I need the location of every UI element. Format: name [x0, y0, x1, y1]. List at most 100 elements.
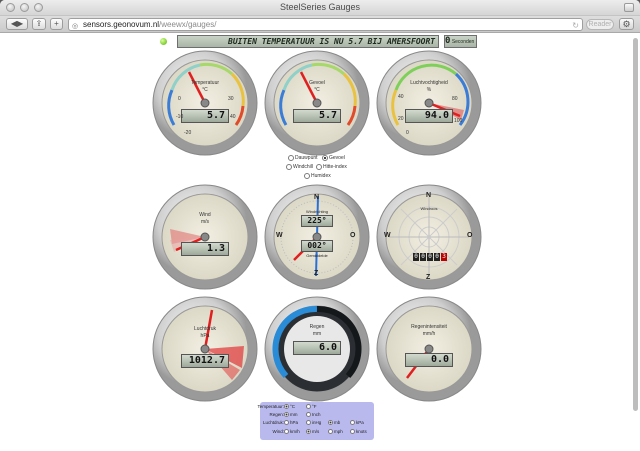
- rose-title: Windroos: [420, 206, 438, 211]
- rose-north: N: [426, 192, 432, 199]
- radio-circle[interactable]: [306, 412, 311, 417]
- tick-label: 40: [230, 114, 236, 120]
- compass-east: O: [350, 232, 356, 239]
- wind-title: Wind: [199, 212, 211, 218]
- unit-option[interactable]: kPa: [350, 420, 364, 425]
- radio-circle[interactable]: [306, 404, 311, 409]
- radio-circle[interactable]: [306, 429, 311, 434]
- rain-title: Regen: [309, 324, 325, 330]
- temperature-title: Temperatuur: [190, 80, 220, 86]
- units-label: Wind:: [272, 429, 284, 434]
- reader-button[interactable]: Reader: [586, 19, 614, 30]
- rain-rate-unit: mm/h: [422, 331, 436, 337]
- radio-circle[interactable]: [284, 420, 289, 425]
- unit-option[interactable]: hPa: [284, 420, 298, 425]
- unit-option-label: kPa: [356, 420, 364, 425]
- url-domain: sensors.geonovum.nl: [83, 20, 160, 29]
- unit-option-label: inHg: [312, 420, 322, 425]
- tick-label: -10: [176, 114, 184, 120]
- unit-option[interactable]: °C: [284, 404, 295, 409]
- share-icon: ⇪: [35, 19, 43, 28]
- new-tab-button[interactable]: +: [50, 18, 63, 30]
- radio-hitteindex[interactable]: Hitte-index: [316, 164, 347, 170]
- humidity-dial: [376, 50, 482, 156]
- radio-dauwpunt[interactable]: Dauwpunt: [288, 155, 318, 161]
- status-marquee: BUITEN TEMPERATUUR IS NU 5.7 BIJ AMERSFO…: [177, 35, 439, 48]
- unit-option-label: °F: [312, 404, 317, 409]
- unit-option-label: mph: [334, 429, 343, 434]
- wind-lcd: 1.3: [181, 242, 229, 256]
- share-button[interactable]: ⇪: [32, 18, 46, 30]
- timer-label: Seconden: [451, 39, 475, 45]
- timer-display: 0 Seconden: [444, 35, 477, 48]
- units-label: Regen:: [269, 412, 284, 417]
- radio-circle[interactable]: [350, 429, 355, 434]
- forward-icon[interactable]: ▶: [17, 19, 23, 28]
- rose-south: Z: [426, 274, 431, 281]
- radio-circle[interactable]: [284, 404, 289, 409]
- temperature-lcd: 5.7: [181, 109, 229, 123]
- compass-south: Z: [314, 270, 319, 277]
- radio-circle[interactable]: [304, 173, 310, 179]
- wind-unit: m/s: [200, 219, 210, 225]
- tick-label: 30: [228, 96, 234, 102]
- wind-speed-dial: [152, 184, 258, 290]
- unit-option-label: mm: [290, 412, 298, 417]
- humidity-unit: %: [426, 87, 432, 93]
- average-label: Gemiddelde: [306, 253, 328, 258]
- units-row-rain: Regen: mm Inch: [262, 412, 372, 419]
- unit-option[interactable]: inHg: [306, 420, 321, 425]
- back-forward-buttons[interactable]: ◀▶: [6, 18, 28, 30]
- radio-circle[interactable]: [286, 164, 292, 170]
- radio-circle[interactable]: [328, 429, 333, 434]
- odo-digit: 0: [434, 253, 440, 261]
- fullscreen-button[interactable]: [624, 3, 634, 12]
- page-content: BUITEN TEMPERATUUR IS NU 5.7 BIJ AMERSFO…: [0, 34, 640, 451]
- unit-option[interactable]: Inch: [306, 412, 321, 417]
- radio-label: Gevoel: [329, 155, 345, 161]
- unit-option[interactable]: mb: [328, 420, 340, 425]
- reload-icon[interactable]: ↻: [572, 20, 579, 31]
- radio-circle[interactable]: [288, 155, 294, 161]
- humidity-lcd: 94.0: [405, 109, 453, 123]
- unit-option[interactable]: mm: [284, 412, 298, 417]
- units-label: Luchtdruk:: [262, 420, 284, 425]
- tick-label: 20: [398, 116, 404, 122]
- temperature-dial: [152, 50, 258, 156]
- rain-rate-title: Regenintensiteit: [411, 324, 447, 330]
- gauge-temperature: Temperatuur °C 5.7 -20 -10 0 30 40: [152, 50, 258, 156]
- browser-window: SteelSeries Gauges ◀▶ ⇪ + ◎ sensors.geon…: [0, 0, 640, 451]
- radio-windchill[interactable]: Windchill: [286, 164, 313, 170]
- radio-circle[interactable]: [284, 412, 289, 417]
- radio-humidex[interactable]: Humidex: [304, 173, 331, 179]
- barometer-unit: hPa: [200, 333, 210, 339]
- scrollbar[interactable]: [633, 38, 638, 411]
- radio-circle[interactable]: [306, 420, 311, 425]
- unit-option[interactable]: °F: [306, 404, 317, 409]
- radio-circle[interactable]: [322, 155, 328, 161]
- radio-circle[interactable]: [316, 164, 322, 170]
- radio-label: Dauwpunt: [295, 155, 318, 161]
- unit-option[interactable]: km/h: [284, 429, 300, 434]
- radio-circle[interactable]: [284, 429, 289, 434]
- rain-lcd: 6.0: [293, 341, 341, 355]
- average-direction-lcd: 002°: [301, 240, 333, 252]
- radio-circle[interactable]: [328, 420, 333, 425]
- tick-label: 80: [452, 96, 458, 102]
- settings-button[interactable]: ⚙: [619, 18, 634, 30]
- radio-circle[interactable]: [350, 420, 355, 425]
- units-row-temperature: Temperatuur: °C °F: [257, 404, 372, 411]
- rain-rate-dial: [376, 296, 482, 402]
- unit-option[interactable]: m/s: [306, 429, 319, 434]
- rose-east: O: [467, 232, 473, 239]
- gauge-wind-speed: Wind m/s 1.3: [152, 184, 258, 290]
- unit-option-label: km/h: [290, 429, 300, 434]
- timer-value: 0: [445, 36, 451, 46]
- status-led: [160, 38, 167, 45]
- unit-option[interactable]: mph: [328, 429, 343, 434]
- address-bar[interactable]: ◎ sensors.geonovum.nl/weewx/gauges/ ↻: [68, 18, 583, 31]
- radio-gevoel[interactable]: Gevoel: [322, 155, 345, 161]
- unit-option-label: Inch: [312, 412, 321, 417]
- unit-option[interactable]: knots: [350, 429, 367, 434]
- tick-label: 0: [178, 96, 181, 102]
